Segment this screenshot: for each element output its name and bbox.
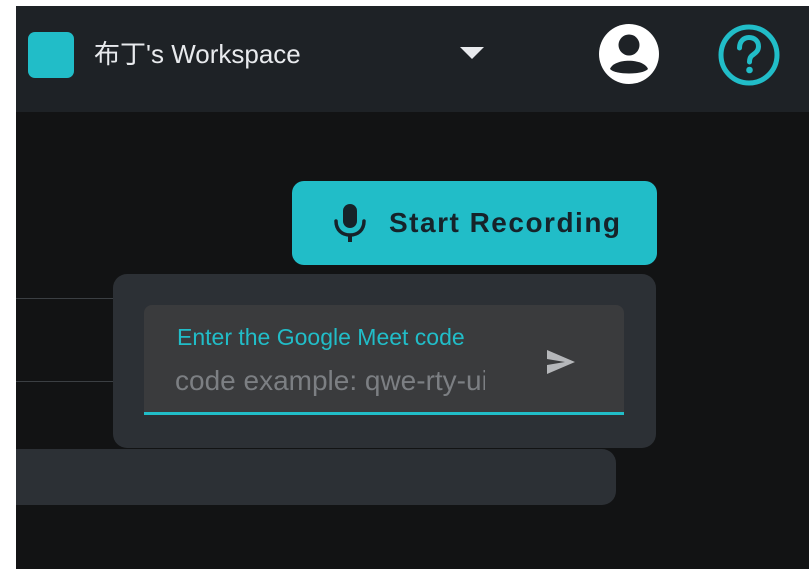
meet-code-field[interactable]: Enter the Google Meet code [144, 305, 624, 415]
meet-code-label: Enter the Google Meet code [177, 324, 465, 350]
meet-code-card: Enter the Google Meet code [113, 274, 656, 448]
top-bar: 布丁's Workspace [16, 6, 809, 112]
divider [16, 298, 121, 299]
divider [16, 381, 121, 382]
send-icon[interactable] [544, 347, 578, 377]
account-circle-icon[interactable] [598, 23, 660, 85]
mic-icon [334, 204, 366, 242]
start-recording-button[interactable]: Start Recording [292, 181, 657, 265]
transcript-panel [16, 449, 616, 505]
help-circle-icon[interactable] [717, 23, 781, 87]
meet-code-input[interactable] [175, 361, 485, 401]
workspace-avatar[interactable] [28, 32, 74, 78]
caret-down-icon[interactable] [460, 45, 484, 61]
start-recording-label: Start Recording [389, 207, 622, 238]
app-window: 布丁's Workspace Start Recording Enter the… [16, 6, 809, 569]
workspace-name[interactable]: 布丁's Workspace [94, 36, 301, 72]
